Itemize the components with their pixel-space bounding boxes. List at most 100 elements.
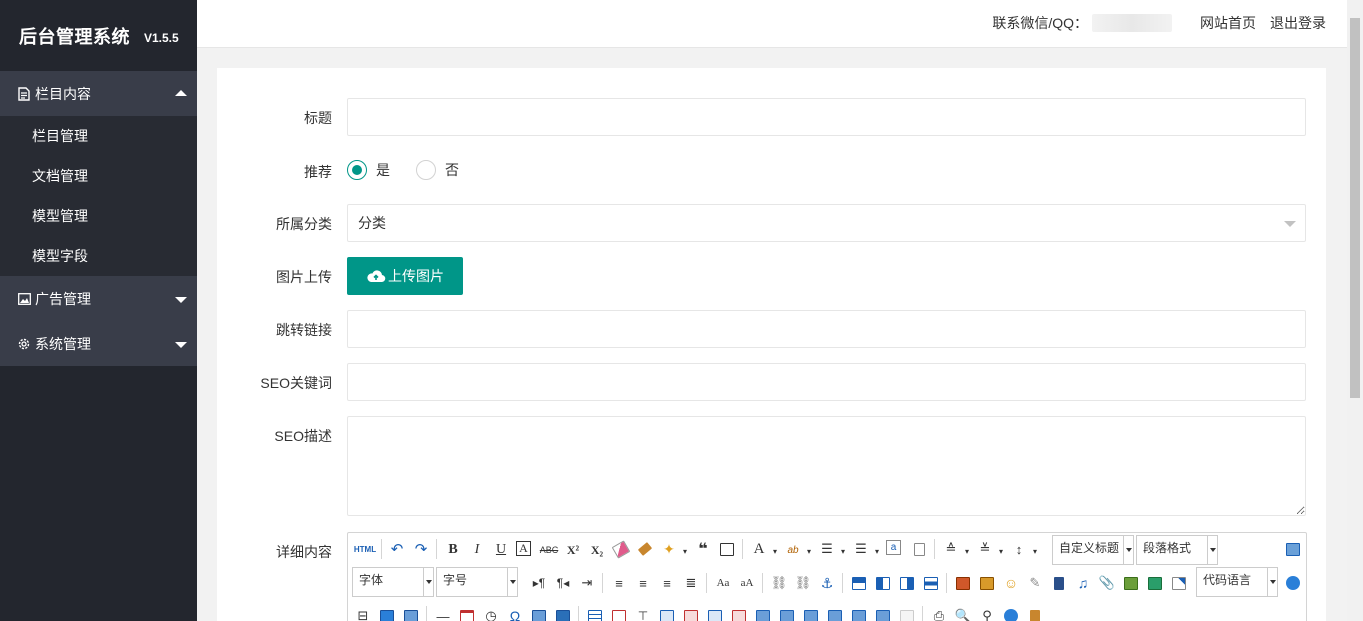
menu-group-ads[interactable]: 广告管理 [0,276,197,321]
image-none-icon[interactable] [850,574,868,592]
page-break-icon[interactable]: ⊟ [354,607,372,621]
seo-keywords-input[interactable] [347,363,1306,401]
template-icon[interactable] [402,607,420,621]
align-justify-icon[interactable]: ≣ [682,574,700,592]
scrollbar-thumb[interactable] [1350,18,1360,398]
drafts-icon[interactable] [1026,607,1044,621]
blank-page-icon[interactable] [910,540,928,558]
insert-frame-icon[interactable] [1170,574,1188,592]
link-input[interactable] [347,310,1306,348]
simple-upload-icon[interactable] [954,574,972,592]
page-scrollbar[interactable] [1347,0,1363,621]
time-icon[interactable]: ◷ [482,607,500,621]
submenu-item-document[interactable]: 文档管理 [0,156,197,196]
title-input[interactable] [347,98,1306,136]
attachment-icon[interactable]: 📎 [1098,574,1116,592]
paste-plain-icon[interactable] [718,540,736,558]
menu-group-system[interactable]: 系统管理 [0,321,197,366]
html-source-button[interactable]: HTML [354,540,376,558]
recommend-no-radio[interactable] [416,160,436,180]
font-border-icon[interactable]: A [516,541,531,556]
date-icon[interactable] [458,607,476,621]
anchor-text-icon[interactable]: a [886,540,901,555]
submenu-item-model[interactable]: 模型管理 [0,196,197,236]
recommend-yes-radio[interactable] [347,160,367,180]
subscript-icon[interactable]: X₂ [588,541,606,559]
chevron-down-icon[interactable]: ▾ [766,542,784,560]
emotion-icon[interactable]: ☺ [1002,574,1020,592]
recommend-no-label[interactable]: 否 [445,160,459,180]
bold-icon[interactable]: B [444,541,462,559]
split-cells-icon[interactable] [826,607,844,621]
delete-table-icon[interactable] [610,607,628,621]
align-center-icon[interactable]: ≡ [634,574,652,592]
background-icon[interactable] [378,607,396,621]
insert-video-icon[interactable] [1050,574,1068,592]
category-select[interactable]: 分类 [347,204,1306,242]
preview-icon[interactable]: 🔍 [954,607,972,621]
map-icon[interactable] [1122,574,1140,592]
insert-col-icon[interactable] [706,607,724,621]
gmap-icon[interactable] [1146,574,1164,592]
merge-down-icon[interactable] [802,607,820,621]
seo-desc-textarea[interactable] [347,416,1306,516]
help-icon[interactable] [1002,607,1020,621]
font-family-dropdown[interactable]: 字体 [352,567,434,597]
special-char-icon[interactable]: Ω [506,607,524,621]
menu-group-content[interactable]: 栏目内容 [0,71,197,116]
eraser-icon[interactable] [611,539,631,559]
chevron-down-icon[interactable]: ▾ [800,542,818,560]
paragraph-format-dropdown[interactable]: 段落格式 [1136,535,1218,565]
image-left-icon[interactable] [874,574,892,592]
insert-image-icon[interactable] [978,574,996,592]
split-cols-icon[interactable] [874,607,892,621]
scrawl-icon[interactable]: ✎ [1026,574,1044,592]
font-size-dropdown[interactable]: 字号 [436,567,518,597]
chevron-down-icon[interactable]: ▾ [834,542,852,560]
insert-table-icon[interactable] [586,607,604,621]
chevron-down-icon[interactable]: ▾ [1026,542,1044,560]
help-circle-icon[interactable] [1284,574,1302,592]
word-image-icon[interactable] [554,607,572,621]
redo-icon[interactable]: ↷ [412,540,430,558]
insert-paragraph-before-table-icon[interactable]: ⊤ [634,607,652,621]
upload-image-button[interactable]: 上传图片 [347,257,463,295]
merge-cells-icon[interactable] [754,607,772,621]
delete-col-icon[interactable] [730,607,748,621]
format-brush-icon[interactable] [636,540,654,558]
align-left-icon[interactable]: ≡ [610,574,628,592]
delete-row-icon[interactable] [682,607,700,621]
blockquote-icon[interactable]: ❝ [694,540,712,558]
recommend-yes-label[interactable]: 是 [376,160,390,180]
snapscreen-icon[interactable] [530,607,548,621]
music-icon[interactable]: ♫ [1074,574,1092,592]
chart-icon[interactable] [898,607,916,621]
undo-icon[interactable]: ↶ [388,540,406,558]
insert-row-icon[interactable] [658,607,676,621]
rtl-icon[interactable]: ¶◂ [554,574,572,592]
unlink-icon[interactable]: ⛓ [794,574,812,592]
fullscreen-icon[interactable] [1284,540,1302,558]
anchor-icon[interactable]: ⚓ [818,574,836,592]
uppercase-icon[interactable]: Aa [714,574,732,592]
logout-link[interactable]: 退出登录 [1270,13,1326,33]
strikethrough-icon[interactable]: ABC [540,541,559,559]
underline-icon[interactable]: U [492,541,510,559]
image-center-icon[interactable] [922,574,940,592]
code-language-dropdown[interactable]: 代码语言 [1196,567,1278,597]
indent-icon[interactable]: ⇥ [578,574,596,592]
lowercase-icon[interactable]: aA [738,574,756,592]
link-icon[interactable]: ⛓ [770,574,788,592]
italic-icon[interactable]: I [468,541,486,559]
superscript-icon[interactable]: X² [564,541,582,559]
horizontal-rule-icon[interactable]: — [434,607,452,621]
chevron-down-icon[interactable]: ▾ [868,542,886,560]
align-right-icon[interactable]: ≡ [658,574,676,592]
image-right-icon[interactable] [898,574,916,592]
ltr-icon[interactable]: ▸¶ [530,574,548,592]
search-replace-icon[interactable]: ⚲ [978,607,996,621]
custom-title-dropdown[interactable]: 自定义标题 [1052,535,1134,565]
print-icon[interactable]: ⎙ [930,607,948,621]
submenu-item-column[interactable]: 栏目管理 [0,116,197,156]
submenu-item-model-field[interactable]: 模型字段 [0,236,197,276]
